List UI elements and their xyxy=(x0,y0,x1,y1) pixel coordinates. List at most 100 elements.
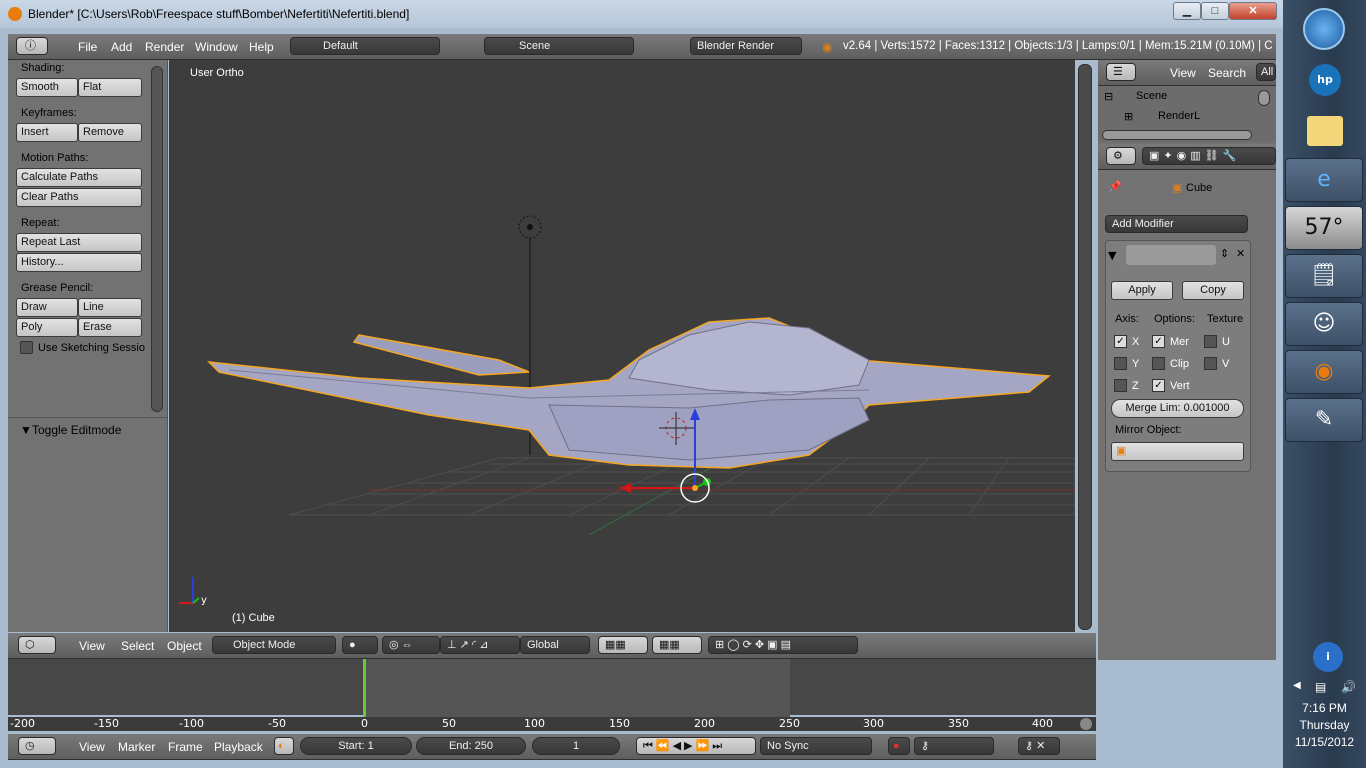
clip-checkbox[interactable] xyxy=(1152,357,1165,370)
scene-expand-icon[interactable]: ⊟ xyxy=(1104,90,1113,103)
minimize-button[interactable]: ▁ xyxy=(1173,2,1201,20)
current-frame-field[interactable]: 1 xyxy=(532,737,620,755)
view-menu[interactable]: View xyxy=(79,639,105,653)
merge-limit-field[interactable]: Merge Lim: 0.001000 xyxy=(1111,399,1244,418)
calculate-paths-button[interactable]: Calculate Paths xyxy=(16,168,142,187)
editor-type-icon[interactable]: ⬡ xyxy=(18,636,56,654)
menu-window[interactable]: Window xyxy=(195,40,238,54)
timeline-frame-menu[interactable]: Frame xyxy=(168,740,203,754)
copy-button[interactable]: Copy xyxy=(1182,281,1244,300)
smooth-button[interactable]: Smooth xyxy=(16,78,78,97)
toggle-editmode-panel[interactable]: Toggle Editmode xyxy=(32,423,121,437)
timeline-view-menu[interactable]: View xyxy=(79,740,105,754)
collapse-arrow-icon[interactable]: ▼ xyxy=(1108,249,1116,262)
sync-mode-selector[interactable]: No Sync xyxy=(760,737,872,755)
tool-shelf-scrollbar[interactable] xyxy=(151,66,163,412)
pin-icon[interactable]: 📌 xyxy=(1108,180,1122,193)
timeline-scroll-end[interactable] xyxy=(1080,718,1092,730)
start-button[interactable] xyxy=(1303,8,1345,50)
move-modifier-icon[interactable]: ⇕ xyxy=(1220,247,1229,260)
record-button[interactable]: ● xyxy=(888,737,910,755)
current-frame-marker[interactable] xyxy=(363,659,366,717)
system-clock[interactable]: 7:16 PM Thursday 11/15/2012 xyxy=(1283,700,1366,751)
merge-checkbox[interactable]: ✓ xyxy=(1152,335,1165,348)
blender-taskbar-icon[interactable]: ◉ xyxy=(1285,350,1363,394)
maximize-button[interactable]: □ xyxy=(1201,2,1229,20)
properties-context-tabs[interactable]: ▣✦◉▥⛓🔧 xyxy=(1142,147,1276,165)
menu-help[interactable]: Help xyxy=(249,40,274,54)
repeat-last-button[interactable]: Repeat Last xyxy=(16,233,142,252)
menu-file[interactable]: File xyxy=(78,40,97,54)
layout-selector[interactable]: Default xyxy=(290,37,440,55)
network-tray-icon[interactable]: ▤ xyxy=(1315,680,1326,694)
timeline-editor[interactable]: -200 -150 -100 -50 0 50 100 150 200 250 … xyxy=(8,659,1096,731)
remove-modifier-icon[interactable]: ✕ xyxy=(1236,247,1245,260)
info-editor-type-icon[interactable]: ⓘ xyxy=(16,37,48,55)
object-menu[interactable]: Object xyxy=(167,639,202,653)
axis-y-checkbox[interactable] xyxy=(1114,357,1127,370)
snap-render-buttons[interactable]: ⊞ ◯ ⟳ ✥ ▣ ▤ xyxy=(708,636,858,654)
timeline-marker-menu[interactable]: Marker xyxy=(118,740,155,754)
pivot-point-button[interactable]: ◎ ⇔ xyxy=(382,636,440,654)
keyframe-insert-buttons[interactable]: ⚷ ✕ xyxy=(1018,737,1060,755)
timeline-editor-icon[interactable]: ◷ xyxy=(18,737,56,755)
3d-viewport[interactable]: User Ortho y (1) Cube xyxy=(169,60,1075,632)
mode-selector[interactable]: Object Mode xyxy=(212,636,336,654)
sketching-checkbox[interactable] xyxy=(20,341,33,354)
remove-keyframe-button[interactable]: Remove xyxy=(78,123,142,142)
poly-button[interactable]: Poly xyxy=(16,318,78,337)
axis-x-checkbox[interactable]: ✓ xyxy=(1114,335,1127,348)
modifier-toggles[interactable] xyxy=(1126,245,1216,265)
start-frame-field[interactable]: Start: 1 xyxy=(300,737,412,755)
add-modifier-dropdown[interactable]: Add Modifier xyxy=(1105,215,1248,233)
render-expand-icon[interactable]: ⊞ xyxy=(1124,110,1133,123)
layers-buttons-2[interactable]: ▦▦ xyxy=(652,636,702,654)
yahoo-messenger-icon[interactable]: ☺ xyxy=(1285,302,1363,346)
texture-u-checkbox[interactable] xyxy=(1204,335,1217,348)
ship-mesh[interactable] xyxy=(206,317,1051,469)
outliner-scrollbar[interactable] xyxy=(1258,90,1270,106)
scene-selector[interactable]: Scene xyxy=(484,37,634,55)
outliner-view-menu[interactable]: View xyxy=(1170,66,1196,80)
folder-icon[interactable] xyxy=(1307,116,1343,146)
layers-buttons-1[interactable]: ▦▦ xyxy=(598,636,648,654)
outliner-editor-icon[interactable]: ☰ xyxy=(1106,63,1136,81)
end-frame-field[interactable]: End: 250 xyxy=(416,737,526,755)
scene-canvas[interactable]: y xyxy=(169,60,1075,632)
properties-editor-icon[interactable]: ⚙ xyxy=(1106,147,1136,165)
outliner-search-menu[interactable]: Search xyxy=(1208,66,1246,80)
menu-render[interactable]: Render xyxy=(145,40,184,54)
viewport-scrollbar[interactable] xyxy=(1078,64,1092,630)
history-button[interactable]: History... xyxy=(16,253,142,272)
outliner-hscrollbar[interactable] xyxy=(1102,130,1252,140)
notepad-icon[interactable]: 🗒 xyxy=(1285,254,1363,298)
outliner-render-layer-item[interactable]: RenderL xyxy=(1158,110,1200,122)
texture-v-checkbox[interactable] xyxy=(1204,357,1217,370)
vert-checkbox[interactable]: ✓ xyxy=(1152,379,1165,392)
select-menu[interactable]: Select xyxy=(121,639,154,653)
timeline-playback-menu[interactable]: Playback xyxy=(214,740,263,754)
toggle-editmode-arrow-icon[interactable]: ▼ xyxy=(20,423,32,437)
manipulator-buttons[interactable]: ⊥ ↗ ◜ ⊿ xyxy=(440,636,520,654)
axis-z-checkbox[interactable] xyxy=(1114,379,1127,392)
viewport-shading-button[interactable]: ● xyxy=(342,636,378,654)
gimp-icon[interactable]: ✎ xyxy=(1285,398,1363,442)
outliner-all-button[interactable]: All xyxy=(1256,63,1276,81)
apply-button[interactable]: Apply xyxy=(1111,281,1173,300)
keying-icon[interactable]: ◐ xyxy=(274,737,294,755)
flat-button[interactable]: Flat xyxy=(78,78,142,97)
playback-controls[interactable]: ⏮⏪◀▶⏩⏭ xyxy=(636,737,756,755)
render-engine-selector[interactable]: Blender Render xyxy=(690,37,802,55)
keying-set-field[interactable]: ⚷ xyxy=(914,737,994,755)
weather-gadget[interactable]: 57° xyxy=(1285,206,1363,250)
clear-paths-button[interactable]: Clear Paths xyxy=(16,188,142,207)
draw-button[interactable]: Draw xyxy=(16,298,78,317)
info-tray-icon[interactable]: i xyxy=(1313,642,1343,672)
hp-icon[interactable]: hp xyxy=(1309,64,1341,96)
close-button[interactable]: ✕ xyxy=(1229,2,1277,20)
menu-add[interactable]: Add xyxy=(111,40,132,54)
show-hidden-icons-icon[interactable]: ◀ xyxy=(1293,680,1301,691)
outliner-scene-item[interactable]: Scene xyxy=(1136,90,1167,102)
orientation-selector[interactable]: Global xyxy=(520,636,590,654)
volume-tray-icon[interactable]: 🔊 xyxy=(1341,680,1356,694)
